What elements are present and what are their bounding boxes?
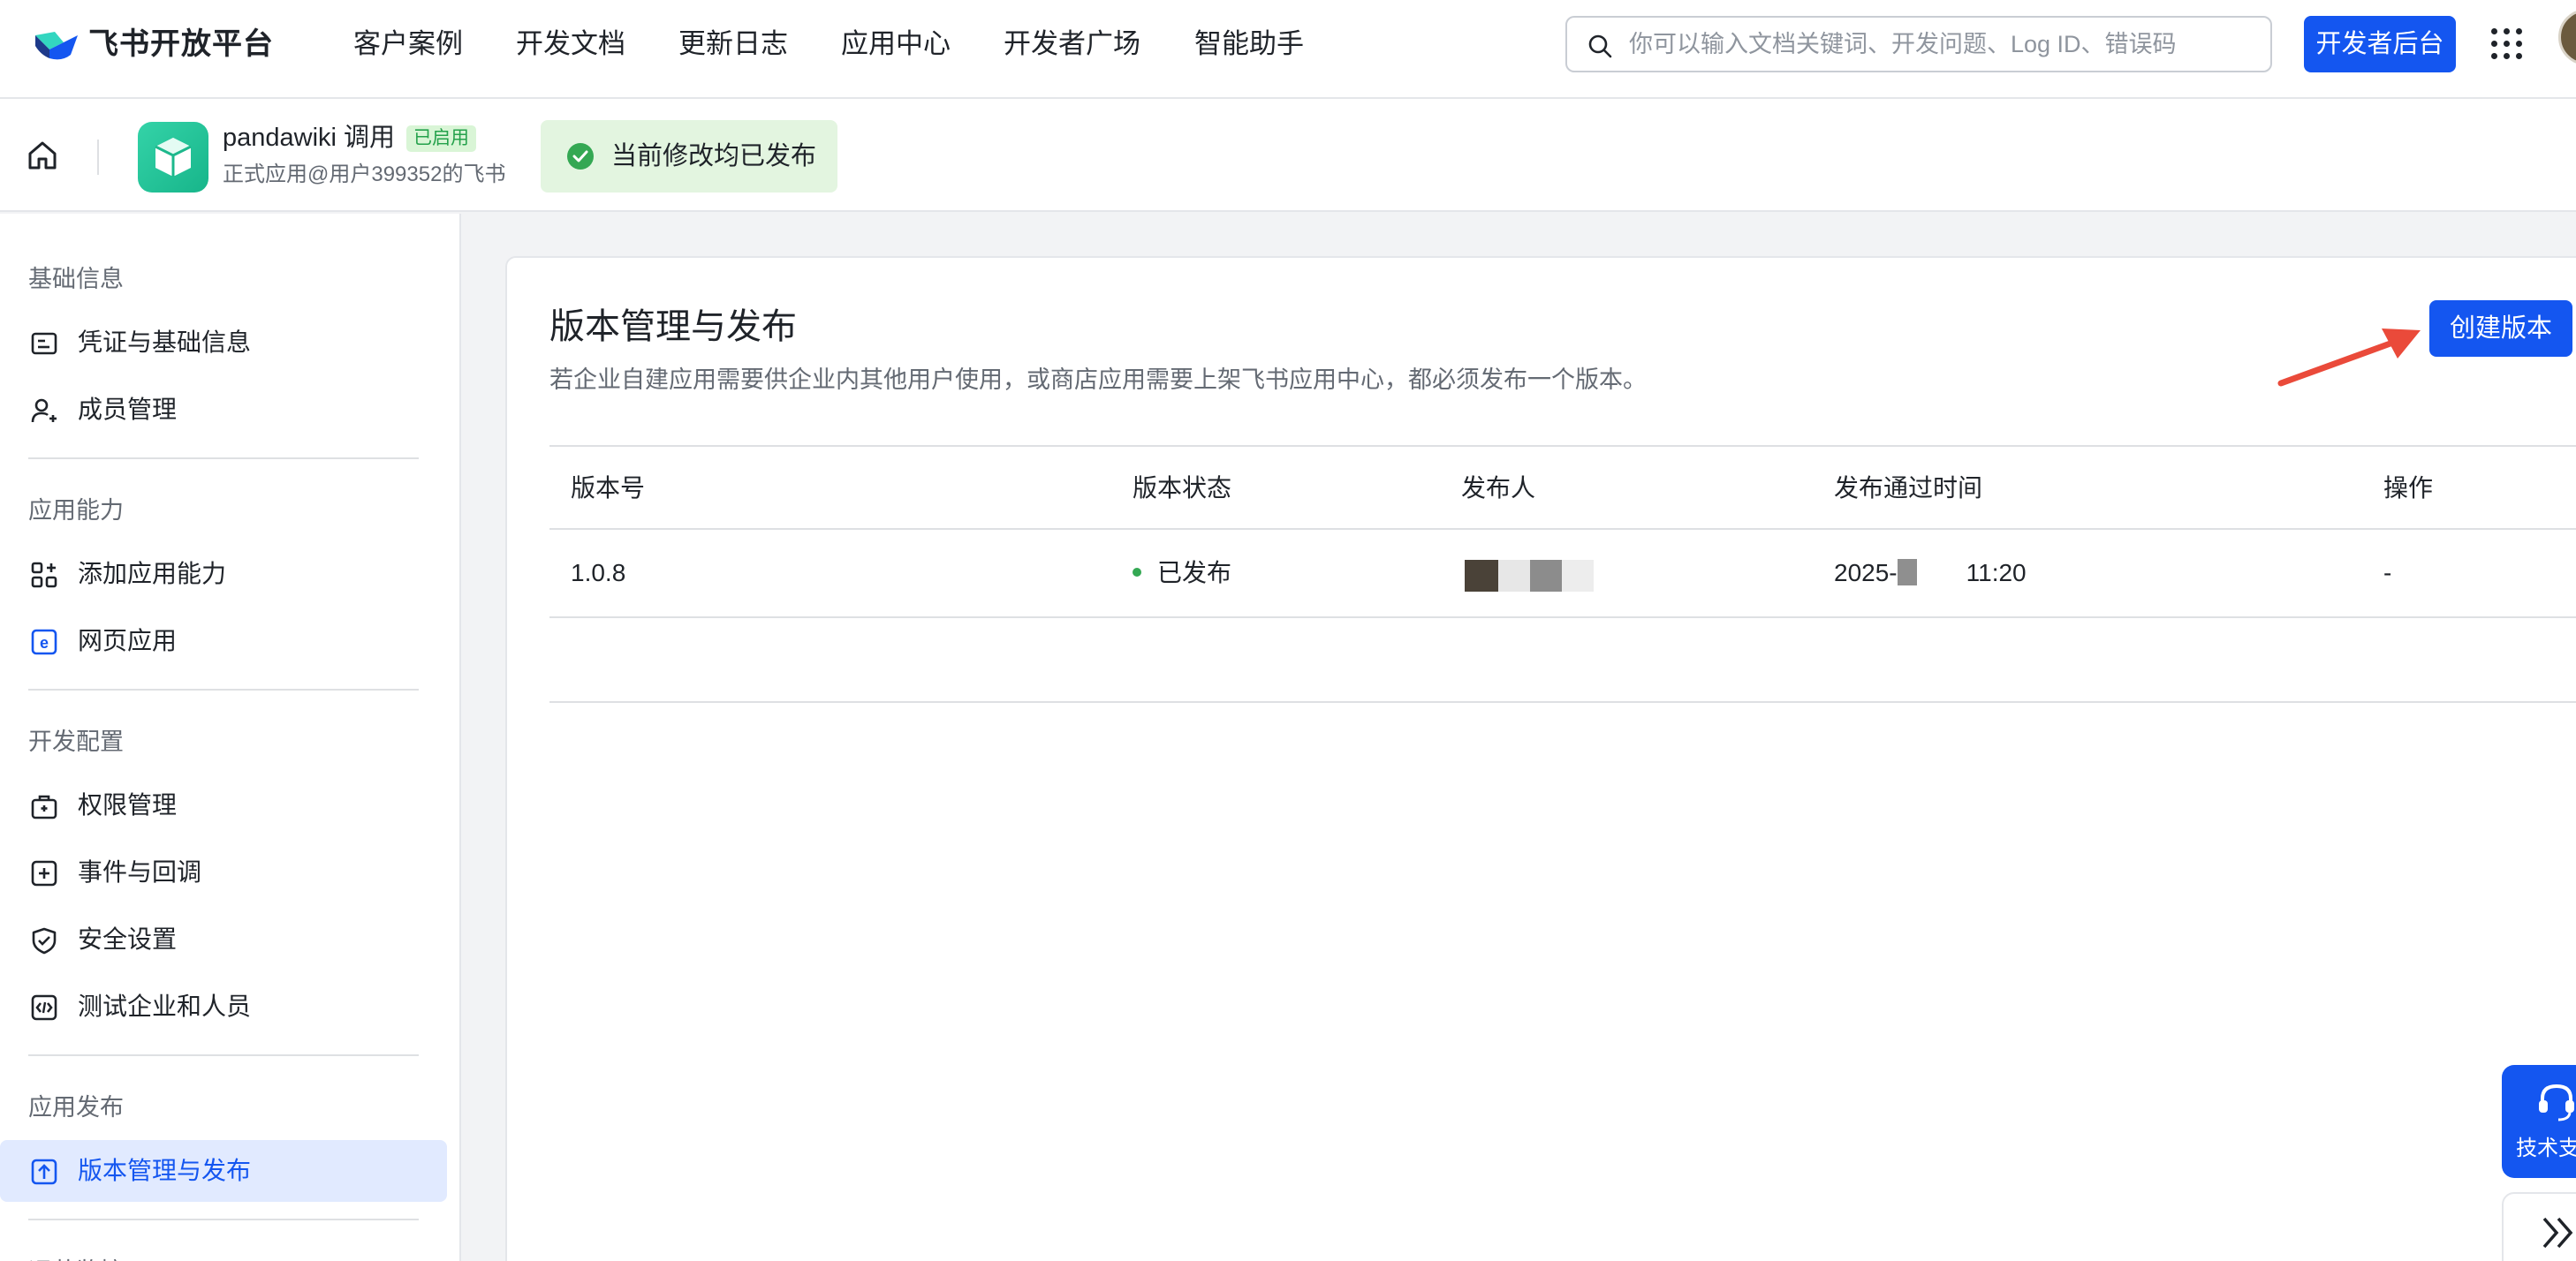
sidebar: 基础信息 凭证与基础信息 成员管理 应用能力 添加应用能力 e 网页应用 开发配… <box>0 214 461 1261</box>
sidebar-divider <box>28 1054 419 1056</box>
sidebar-group-basic-info: 基础信息 <box>28 266 124 292</box>
app-logo <box>138 122 208 193</box>
headset-icon <box>2539 1084 2574 1121</box>
nav-ai-assistant[interactable]: 智能助手 <box>1194 23 1304 65</box>
developer-console-button[interactable]: 开发者后台 <box>2304 16 2456 72</box>
member-add-icon <box>31 398 57 423</box>
collapse-panel-button[interactable] <box>2502 1192 2576 1261</box>
platform-title[interactable]: 飞书开放平台 <box>88 23 274 65</box>
sidebar-divider <box>28 689 419 691</box>
publish-time-redacted <box>1897 558 1917 585</box>
tech-support-button[interactable]: 技术支 <box>2502 1065 2576 1178</box>
sidebar-item-label: 版本管理与发布 <box>78 1157 252 1184</box>
credential-icon <box>31 332 57 355</box>
publish-time: 2025- 11:20 <box>1834 530 2027 616</box>
sidebar-divider <box>28 1219 419 1220</box>
version-status: 已发布 <box>1133 530 1231 616</box>
sidebar-item-events-callbacks[interactable]: 事件与回调 <box>0 842 447 903</box>
header-divider <box>97 140 99 175</box>
search-box <box>1565 16 2272 72</box>
row-action: - <box>2383 559 2392 586</box>
publish-status-banner: 当前修改均已发布 <box>541 120 837 193</box>
sidebar-group-ops-monitoring: 运营监控 <box>28 1252 124 1261</box>
test-code-icon <box>31 994 57 1021</box>
sidebar-item-label: 测试企业和人员 <box>78 993 252 1020</box>
app-subtitle: 正式应用@用户399352的飞书 <box>223 162 506 186</box>
column-header-version: 版本号 <box>571 474 646 502</box>
table-header: 版本号 版本状态 发布人 发布通过时间 操作 <box>549 445 2576 530</box>
nav-dev-docs[interactable]: 开发文档 <box>516 23 625 65</box>
cube-icon <box>155 138 192 177</box>
version-number: 1.0.8 <box>571 559 626 586</box>
app-name: pandawiki 调用 <box>223 124 396 152</box>
search-input[interactable] <box>1629 26 2247 62</box>
sidebar-item-members[interactable]: 成员管理 <box>0 379 447 441</box>
sidebar-item-version-release[interactable]: 版本管理与发布 <box>0 1140 447 1202</box>
sidebar-divider <box>28 457 419 459</box>
sidebar-item-label: 成员管理 <box>78 396 178 423</box>
shield-icon <box>32 927 57 955</box>
version-management-card: 版本管理与发布 若企业自建应用需要供企业内其他用户使用，或商店应用需要上架飞书应… <box>505 256 2576 1261</box>
column-header-actions: 操作 <box>2383 474 2434 502</box>
page-description: 若企业自建应用需要供企业内其他用户使用，或商店应用需要上架飞书应用中心，都必须发… <box>549 366 1647 393</box>
sidebar-item-label: 凭证与基础信息 <box>78 328 252 356</box>
sidebar-item-label: 网页应用 <box>78 627 178 654</box>
status-text: 已发布 <box>1157 559 1232 586</box>
sidebar-item-web-app[interactable]: e 网页应用 <box>0 610 447 672</box>
table-bottom-divider <box>549 701 2576 703</box>
app-header-bar: pandawiki 调用 已启用 正式应用@用户399352的飞书 当前修改均已… <box>0 99 2576 212</box>
app-grid-icon[interactable] <box>2489 26 2525 62</box>
table-row[interactable]: 1.0.8 已发布 2025- 11:20 - <box>549 530 2576 618</box>
chevron-double-right-icon <box>2542 1217 2573 1249</box>
sidebar-item-label: 事件与回调 <box>78 858 202 886</box>
upload-icon <box>31 1159 57 1185</box>
event-callback-icon <box>31 860 57 887</box>
sidebar-group-dev-config: 开发配置 <box>28 729 124 755</box>
column-header-publish-time: 发布通过时间 <box>1834 474 1983 502</box>
status-dot-icon <box>1133 567 1141 577</box>
app-status-badge: 已启用 <box>406 125 476 152</box>
sidebar-item-label: 安全设置 <box>78 925 178 953</box>
permission-icon <box>31 795 57 819</box>
annotation-arrow-icon <box>2277 328 2421 387</box>
publish-time-date: 2025- <box>1834 559 1898 586</box>
publisher-name-redacted <box>1465 530 1597 616</box>
search-icon <box>1588 34 1612 58</box>
add-capability-icon <box>31 562 57 588</box>
create-version-button[interactable]: 创建版本 <box>2429 300 2572 357</box>
web-app-icon: e <box>31 629 57 655</box>
sidebar-item-test-users[interactable]: 测试企业和人员 <box>0 976 447 1038</box>
nav-developer-square[interactable]: 开发者广场 <box>1004 23 1140 65</box>
feishu-logo-icon[interactable] <box>32 23 81 65</box>
check-circle-icon <box>567 143 594 170</box>
svg-text:e: e <box>40 634 49 652</box>
top-navigation: 飞书开放平台 客户案例 开发文档 更新日志 应用中心 开发者广场 智能助手 开发… <box>0 0 2576 99</box>
home-icon[interactable] <box>25 138 60 173</box>
sidebar-item-label: 权限管理 <box>78 791 178 819</box>
user-avatar[interactable] <box>2558 9 2576 65</box>
sidebar-group-app-release: 应用发布 <box>28 1094 124 1121</box>
publish-time-clock: 11:20 <box>1966 559 2027 586</box>
column-header-publisher: 发布人 <box>1461 474 1536 502</box>
sidebar-item-label: 添加应用能力 <box>78 560 227 587</box>
sidebar-item-permissions[interactable]: 权限管理 <box>0 774 447 836</box>
sidebar-item-credentials[interactable]: 凭证与基础信息 <box>0 312 447 374</box>
publish-status-text: 当前修改均已发布 <box>611 142 817 170</box>
column-header-status: 版本状态 <box>1133 474 1232 502</box>
tech-support-label: 技术支 <box>2516 1136 2576 1160</box>
sidebar-item-security[interactable]: 安全设置 <box>0 909 447 970</box>
nav-app-center[interactable]: 应用中心 <box>841 23 951 65</box>
sidebar-group-app-capabilities: 应用能力 <box>28 497 124 524</box>
sidebar-item-add-capability[interactable]: 添加应用能力 <box>0 543 447 605</box>
nav-customer-cases[interactable]: 客户案例 <box>353 23 463 65</box>
nav-changelog[interactable]: 更新日志 <box>678 23 788 65</box>
page-title: 版本管理与发布 <box>549 307 797 346</box>
